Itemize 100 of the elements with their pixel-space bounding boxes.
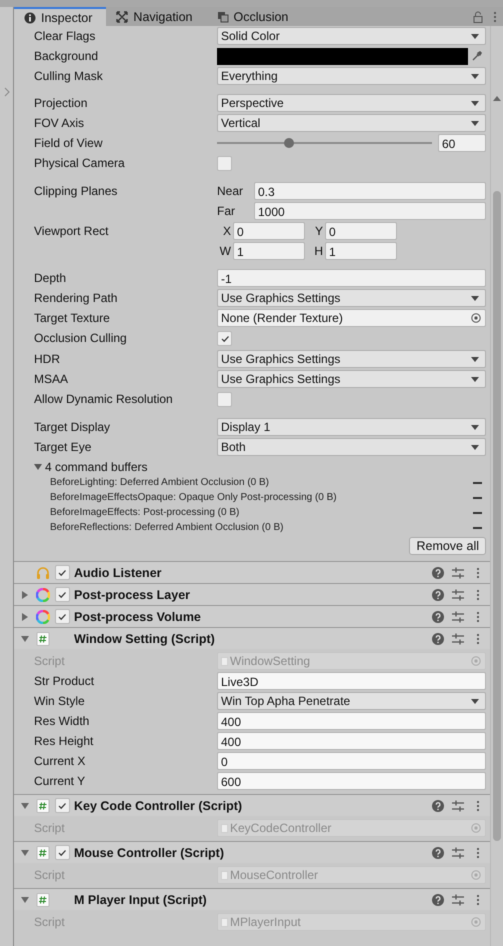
script-file-icon	[36, 798, 50, 812]
help-icon[interactable]	[432, 566, 444, 578]
component-title: M Player Input (Script)	[74, 892, 208, 906]
presets-icon[interactable]	[452, 610, 464, 622]
checkbox[interactable]	[54, 565, 70, 580]
caret-icon	[471, 74, 479, 78]
more-options-icon[interactable]	[493, 10, 497, 22]
scroll-up-icon[interactable]	[493, 96, 501, 101]
tab[interactable]: Navigation	[106, 7, 206, 26]
lock-icon[interactable]	[473, 10, 483, 22]
component-header[interactable]: Post-process Volume	[14, 605, 490, 627]
dropdown[interactable]: Vertical	[217, 114, 486, 132]
number-field[interactable]: 0	[233, 222, 305, 240]
presets-icon[interactable]	[452, 566, 464, 578]
tab[interactable]: Inspector	[14, 7, 106, 26]
number-field[interactable]: 60	[438, 134, 486, 152]
number-field[interactable]: 1	[233, 242, 305, 260]
expand-triangle-icon[interactable]	[21, 634, 29, 642]
component-header[interactable]: Post-process Layer	[14, 583, 490, 605]
number-field[interactable]: 0	[325, 222, 397, 240]
more-options-icon[interactable]	[476, 588, 480, 600]
more-options-icon[interactable]	[476, 632, 480, 644]
expand-triangle-icon[interactable]	[21, 848, 29, 856]
remove-all-button[interactable]: Remove all	[409, 537, 486, 555]
checkbox[interactable]	[217, 156, 232, 171]
help-icon[interactable]	[432, 894, 444, 906]
text-field[interactable]: 0	[217, 752, 486, 770]
tab[interactable]: Occlusion	[206, 7, 302, 26]
scrollbar-thumb[interactable]	[493, 191, 501, 841]
expand-triangle-icon[interactable]	[34, 462, 42, 470]
text-field[interactable]: -1	[217, 269, 486, 287]
script-file-icon	[221, 656, 228, 666]
checkbox[interactable]	[54, 798, 70, 813]
expand-triangle-icon[interactable]	[21, 612, 29, 620]
checkbox[interactable]	[54, 609, 70, 624]
caret-icon	[471, 376, 479, 382]
number-field[interactable]: 1	[325, 242, 397, 260]
object-field[interactable]: None (Render Texture)	[217, 309, 486, 327]
script-field: WindowSetting	[217, 652, 486, 670]
text-field[interactable]: 400	[217, 712, 486, 730]
checkbox[interactable]	[217, 331, 232, 346]
field-label: Script	[33, 820, 66, 837]
text-field[interactable]: 600	[217, 772, 486, 790]
more-options-icon[interactable]	[476, 894, 480, 906]
text-field[interactable]: Live3D	[217, 672, 486, 690]
field-label: Win Style	[33, 693, 86, 710]
script-file-icon	[221, 870, 228, 880]
checkbox[interactable]	[54, 587, 70, 602]
help-icon[interactable]	[432, 846, 444, 858]
dropdown[interactable]: Win Top Apha Penetrate	[217, 692, 486, 710]
field-label: Culling Mask	[33, 68, 104, 85]
more-options-icon[interactable]	[476, 846, 480, 858]
dropdown[interactable]: Both	[217, 438, 486, 456]
eyedropper-icon[interactable]	[472, 51, 482, 61]
component-header[interactable]: Window Setting (Script)	[14, 627, 490, 649]
number-field[interactable]: 0.3	[254, 182, 486, 200]
dropdown[interactable]: Use Graphics Settings	[217, 350, 486, 368]
component-header[interactable]: Mouse Controller (Script)	[14, 841, 490, 863]
foldout-label[interactable]: 4 command buffers	[45, 460, 148, 474]
presets-icon[interactable]	[452, 588, 464, 600]
script-field: MouseController	[217, 866, 486, 884]
checkbox[interactable]	[54, 845, 70, 860]
dropdown[interactable]: Display 1	[217, 418, 486, 436]
more-options-icon[interactable]	[476, 610, 480, 622]
component-header[interactable]: Key Code Controller (Script)	[14, 794, 490, 816]
more-options-icon[interactable]	[476, 800, 480, 812]
field-label: HDR	[33, 351, 61, 368]
dropdown[interactable]: Solid Color	[217, 27, 486, 45]
help-icon[interactable]	[432, 632, 444, 644]
expand-triangle-icon[interactable]	[21, 590, 29, 598]
checkbox[interactable]	[217, 392, 232, 407]
text-field[interactable]: 400	[217, 732, 486, 750]
scrollbar[interactable]	[490, 26, 503, 946]
script-file-icon	[36, 892, 50, 906]
dropdown[interactable]: Use Graphics Settings	[217, 289, 486, 307]
dropdown[interactable]: Use Graphics Settings	[217, 370, 486, 388]
presets-icon[interactable]	[452, 894, 464, 906]
presets-icon[interactable]	[452, 800, 464, 812]
script-field: MPlayerInput	[217, 913, 486, 931]
slider-thumb[interactable]	[284, 138, 294, 148]
field-label: Field of View	[33, 135, 104, 152]
script-file-icon	[36, 846, 50, 860]
color-swatch[interactable]	[217, 48, 468, 64]
target-icon	[471, 870, 481, 880]
dropdown[interactable]: Perspective	[217, 94, 486, 112]
field-label: Viewport Rect	[33, 223, 110, 240]
component-header[interactable]: M Player Input (Script)	[14, 888, 490, 910]
expand-triangle-icon[interactable]	[21, 802, 29, 810]
expand-triangle-icon[interactable]	[21, 896, 29, 904]
caret-icon	[471, 296, 479, 300]
help-icon[interactable]	[432, 588, 444, 600]
dropdown[interactable]: Everything	[217, 67, 486, 85]
number-field[interactable]: 1000	[254, 202, 486, 220]
presets-icon[interactable]	[452, 632, 464, 644]
presets-icon[interactable]	[452, 846, 464, 858]
help-icon[interactable]	[432, 610, 444, 622]
more-options-icon[interactable]	[476, 566, 480, 578]
help-icon[interactable]	[432, 800, 444, 812]
component-header[interactable]: Audio Listener	[14, 561, 490, 583]
command-buffer-entry: BeforeReflections: Deferred Ambient Occlusion (0 B)	[50, 522, 284, 533]
